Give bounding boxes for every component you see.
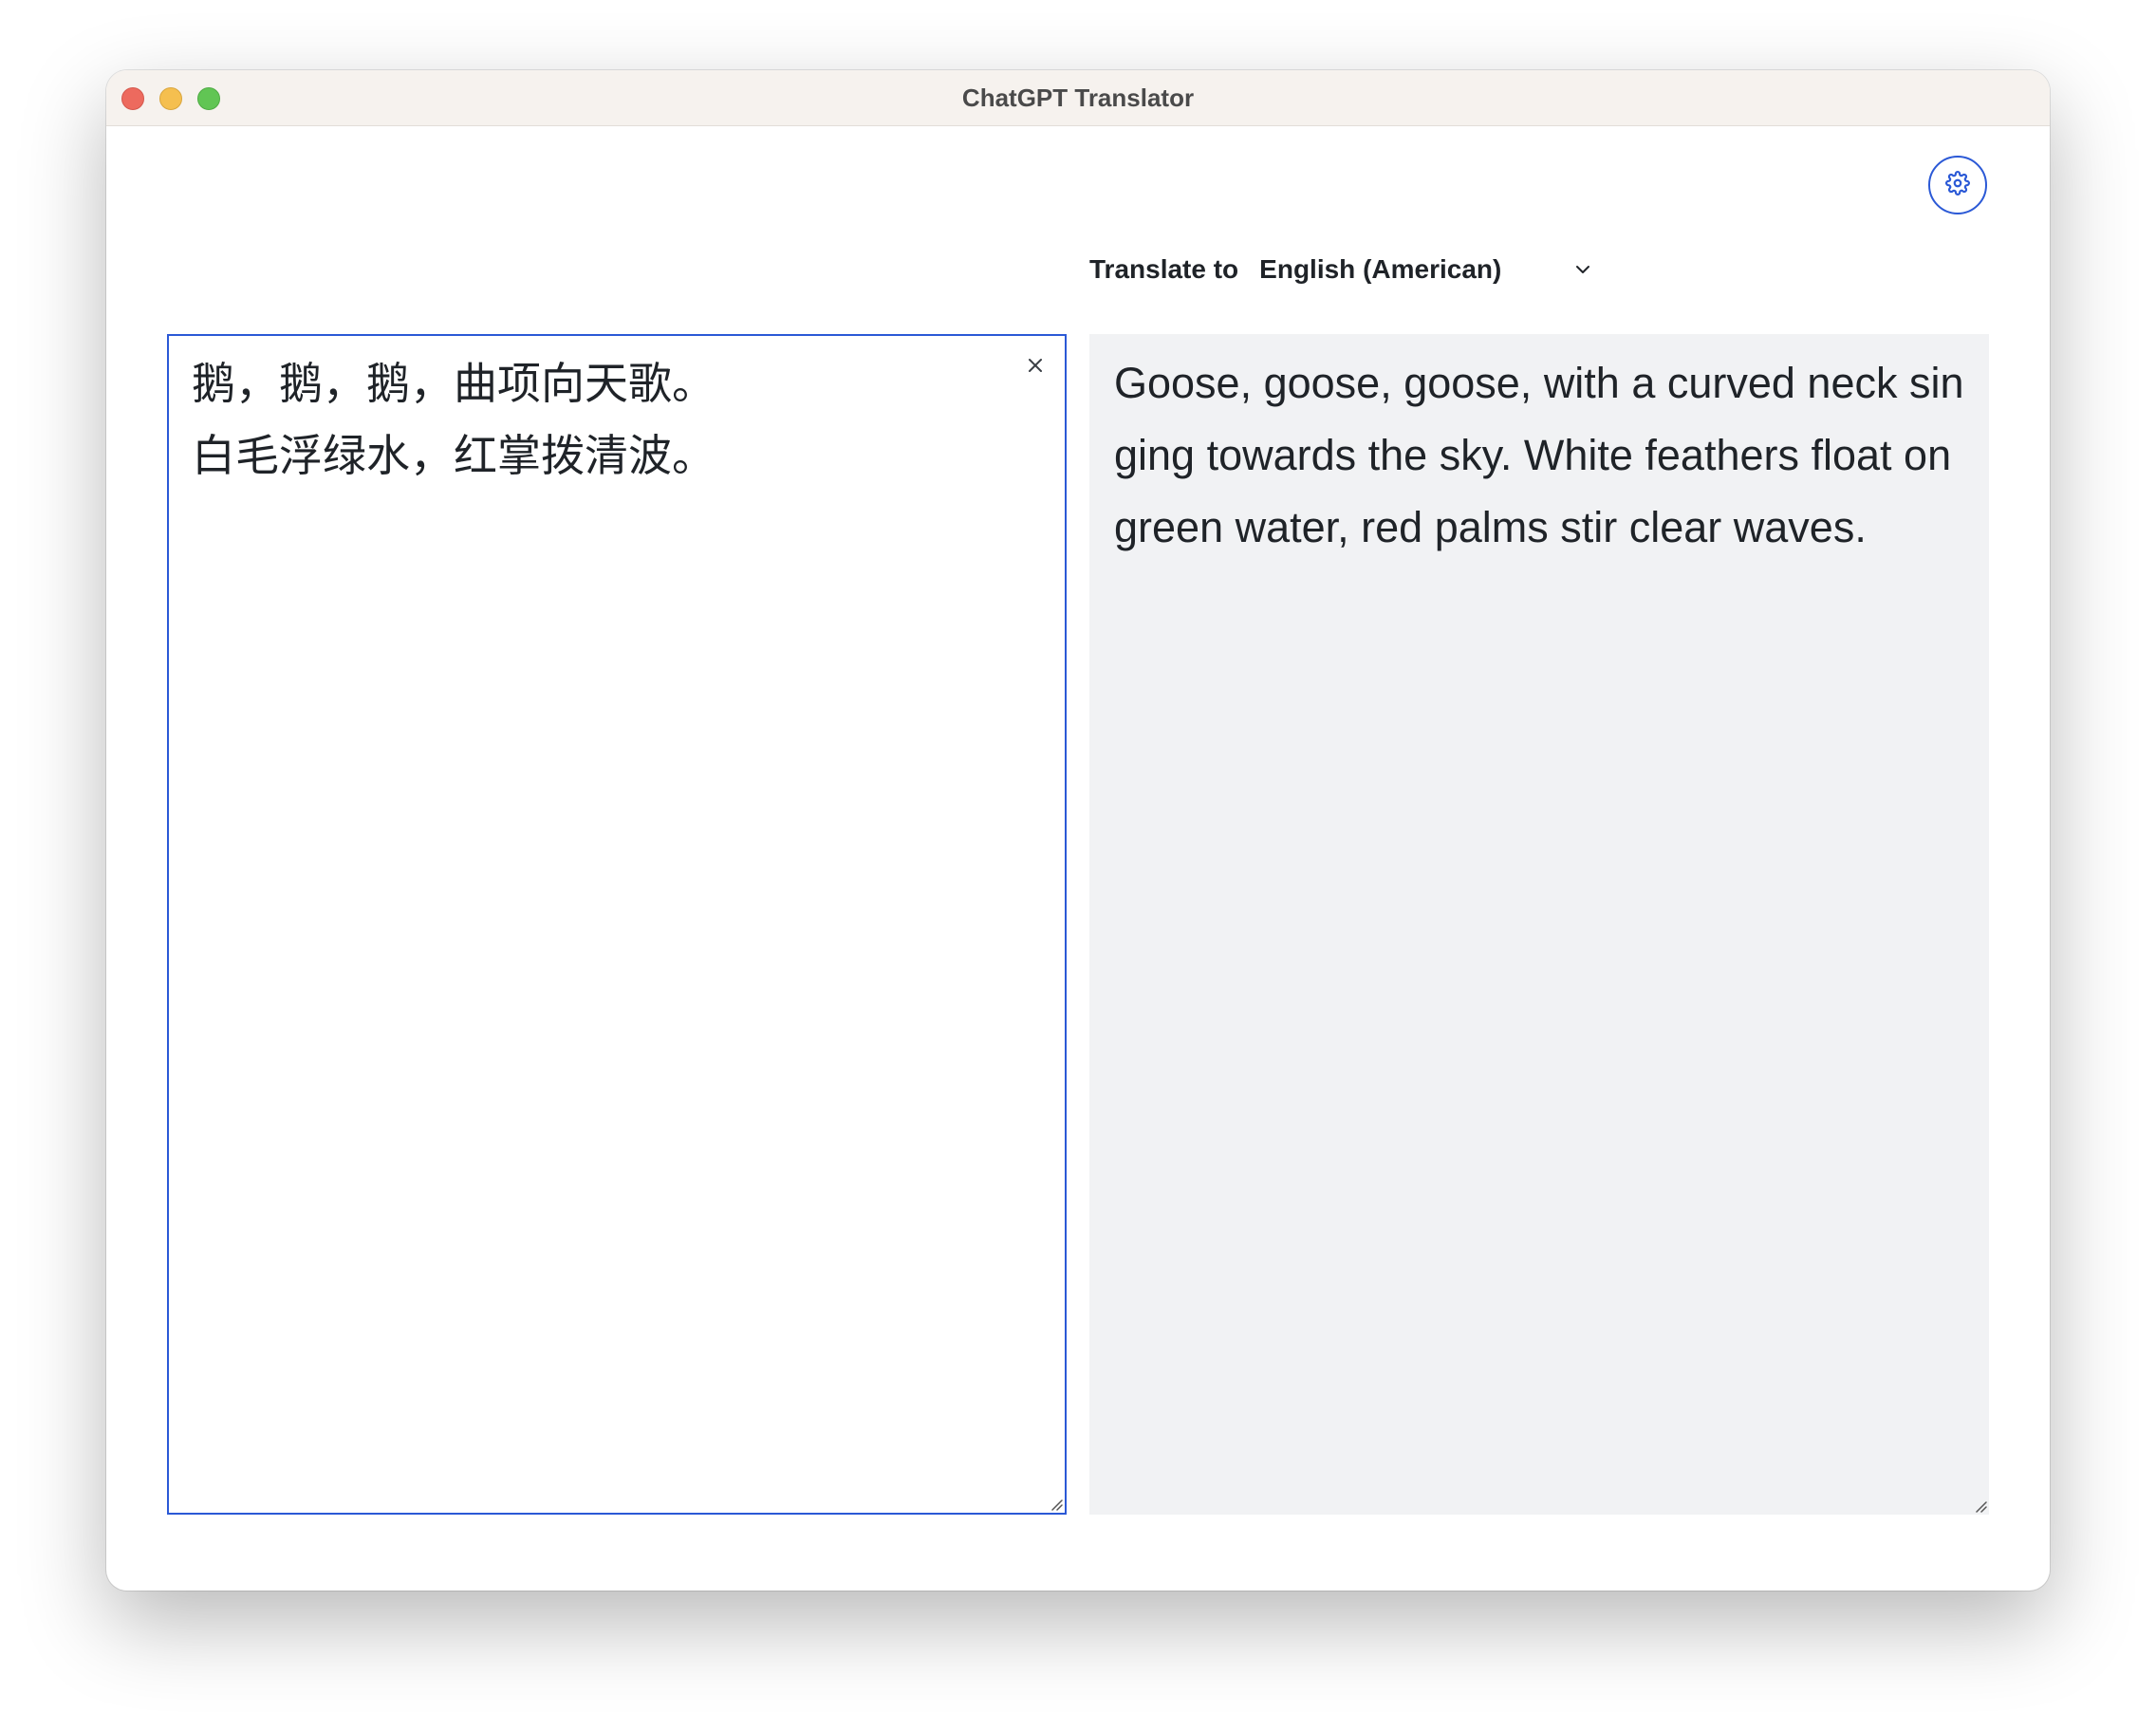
- translation-text: Goose, goose, goose, with a curved neck …: [1114, 359, 1964, 551]
- source-text[interactable]: 鹅，鹅，鹅，曲项向天歌。 白毛浮绿水，红掌拨清波。: [192, 347, 1042, 492]
- settings-button[interactable]: [1928, 156, 1987, 214]
- selected-language: English (American): [1259, 254, 1502, 284]
- app-window: ChatGPT Translator Translate to English …: [106, 70, 2050, 1591]
- gear-icon: [1945, 170, 1970, 200]
- language-row: Translate to English (American): [1089, 251, 1601, 288]
- translation-output[interactable]: Goose, goose, goose, with a curved neck …: [1089, 334, 1989, 1515]
- resize-handle[interactable]: [1050, 1498, 1063, 1511]
- close-icon[interactable]: [1025, 355, 1046, 376]
- window-title: ChatGPT Translator: [961, 84, 1195, 112]
- chevron-down-icon: [1572, 259, 1593, 285]
- target-language-select[interactable]: English (American): [1259, 251, 1601, 288]
- translate-to-label: Translate to: [1089, 254, 1239, 284]
- title-bar[interactable]: ChatGPT Translator: [106, 70, 2050, 126]
- resize-handle[interactable]: [1974, 1499, 1987, 1513]
- source-text-input[interactable]: 鹅，鹅，鹅，曲项向天歌。 白毛浮绿水，红掌拨清波。: [167, 334, 1067, 1515]
